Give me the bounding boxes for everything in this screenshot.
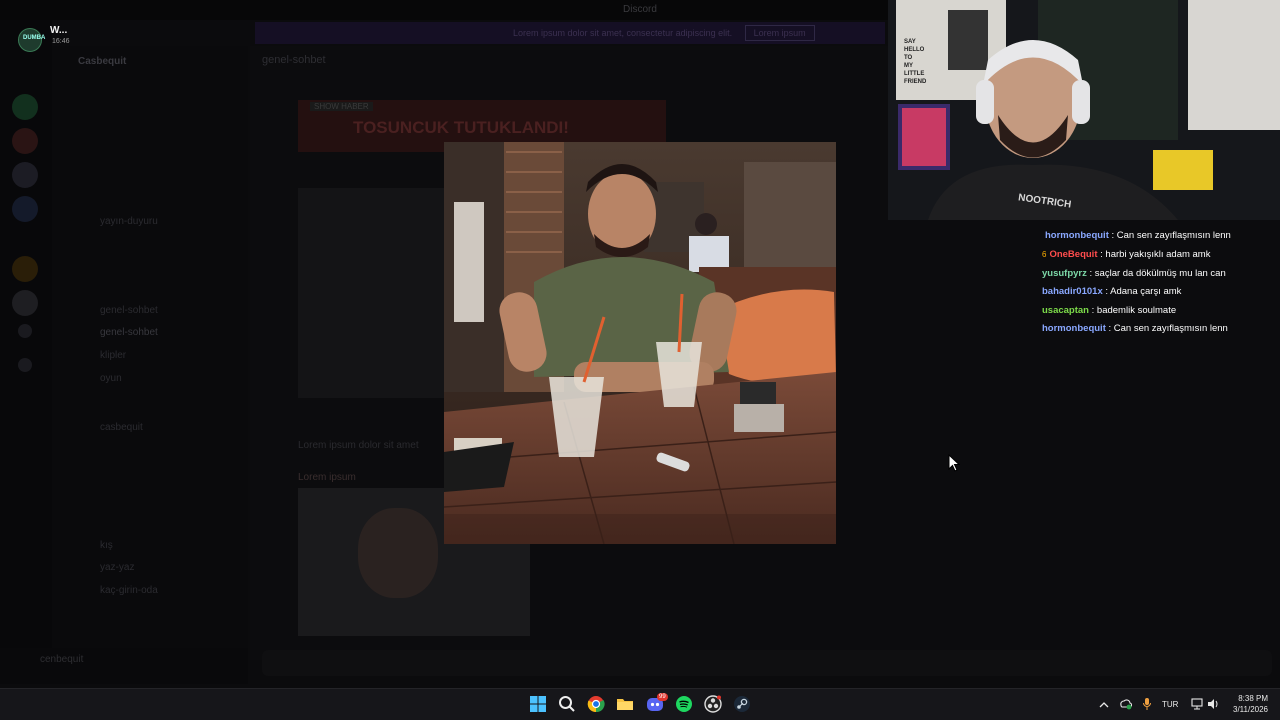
channel-item[interactable]: oyun [100, 373, 122, 384]
shared-image[interactable] [298, 188, 444, 398]
chat-message: hormonbequit : Can sen zayıflaşmısın len… [1042, 323, 1228, 334]
mouse-cursor-icon [948, 453, 961, 477]
chrome-icon[interactable] [585, 693, 607, 715]
webcam-feed: SAY HELLO TO MY LITTLE FRIEND NOOTRICH [888, 0, 1280, 220]
search-icon[interactable] [556, 693, 578, 715]
server-rail [0, 20, 52, 660]
notification-time: 16:46 [52, 38, 70, 45]
microphone-icon[interactable] [1142, 697, 1152, 716]
server-icon[interactable] [12, 128, 38, 154]
chat-message: yusufpyrz : saçlar da dökülmüş mu lan ca… [1042, 268, 1226, 279]
explore-icon[interactable] [18, 358, 32, 372]
channel-item[interactable]: klipler [100, 350, 126, 361]
channel-item[interactable]: kaç-girin-oda [100, 585, 158, 596]
headline-text: TOSUNCUK TUTUKLANDI! [353, 118, 569, 137]
server-icon[interactable] [12, 162, 38, 188]
server-icon[interactable] [12, 94, 38, 120]
language-indicator[interactable]: TUR [1162, 700, 1178, 709]
message-composer[interactable] [262, 650, 1272, 676]
channel-list [52, 46, 248, 650]
banner-text: Lorem ipsum dolor sit amet, consectetur … [513, 28, 733, 38]
headline-tag: SHOW HABER [310, 102, 373, 111]
server-icon[interactable] [12, 256, 38, 282]
server-icon[interactable] [12, 196, 38, 222]
file-explorer-icon[interactable] [614, 693, 636, 715]
taskbar [0, 688, 1280, 720]
volume-icon[interactable] [1206, 697, 1220, 716]
server-icon[interactable] [12, 290, 38, 316]
chat-message: bahadir0101x : Adana çarşı amk [1042, 286, 1182, 297]
channel-item[interactable]: kış [100, 540, 113, 551]
channel-item[interactable]: genel-sohbet [100, 305, 158, 316]
notification-title: W... [50, 25, 68, 36]
main-photo [444, 142, 836, 544]
channel-item[interactable]: yaz-yaz [100, 562, 134, 573]
discord-badge: 99 [657, 693, 668, 701]
chat-message: 6 OneBequit : harbi yakışıklı adam amk [1042, 249, 1211, 260]
windows-start-icon[interactable] [527, 693, 549, 715]
discord-icon[interactable]: 99 [644, 693, 668, 715]
onedrive-sync-icon[interactable] [1118, 696, 1133, 715]
chat-badge: 6 [1042, 250, 1047, 259]
steam-icon[interactable] [731, 693, 753, 715]
clock-date: 3/11/2026 [1233, 705, 1268, 714]
user-panel-name[interactable]: cenbequit [40, 654, 83, 665]
message-text: Lorem ipsum dolor sit amet [298, 440, 419, 451]
message-author[interactable]: Lorem ipsum [298, 472, 356, 483]
clock[interactable]: 8:38 PM 3/11/2026 [1222, 693, 1268, 715]
chat-message: usacaptan : bademlik soulmate [1042, 305, 1177, 316]
add-server-icon[interactable] [18, 324, 32, 338]
tray-overflow-chevron-icon[interactable] [1098, 698, 1110, 716]
stream-logo: DUMBA [18, 28, 45, 52]
clock-time: 8:38 PM [1238, 694, 1268, 703]
user-panel [0, 648, 248, 684]
server-name[interactable]: Casbequit [78, 56, 126, 67]
poster-text: SAY HELLO TO MY LITTLE FRIEND [904, 39, 927, 85]
network-icon[interactable] [1190, 697, 1204, 716]
banner-button[interactable]: Lorem ipsum [744, 25, 815, 41]
channel-item[interactable]: yayın-duyuru [100, 216, 158, 227]
channel-item[interactable]: casbequit [100, 422, 143, 433]
obs-icon[interactable] [702, 693, 724, 715]
channel-header: genel-sohbet [262, 54, 326, 66]
channel-item-selected[interactable]: genel-sohbet [100, 327, 158, 338]
notification-banner: Lorem ipsum dolor sit amet, consectetur … [255, 22, 885, 44]
chat-message: hormonbequit : Can sen zayıflaşmısın len… [1045, 230, 1231, 241]
spotify-icon[interactable] [673, 693, 695, 715]
